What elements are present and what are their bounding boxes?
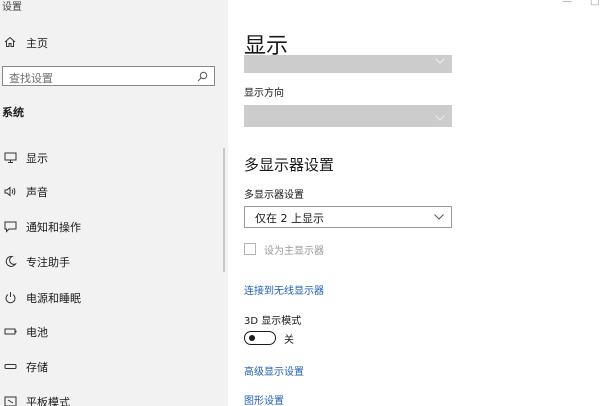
notification-icon [4,221,17,233]
power-icon [5,292,16,304]
wireless-display-link[interactable]: 连接到无线显示器 [244,282,324,297]
monitor-icon [4,152,17,163]
sidebar-item-storage[interactable]: 存储 [0,357,224,377]
sidebar-item-notifications[interactable]: 通知和操作 [0,217,224,237]
search-input[interactable]: 查找设置 [2,66,215,86]
minimize-button[interactable]: — [562,0,572,7]
primary-display-checkbox-label: 设为主显示器 [264,246,324,257]
main-content: — □ 显示 显示方向 多显示器设置 多显示器设置 仅在 2 上显示 设为主显示… [228,0,608,406]
maximize-button[interactable]: □ [590,0,599,7]
multi-display-dropdown[interactable]: 仅在 2 上显示 [244,206,452,228]
sidebar-item-battery[interactable]: 电池 [0,322,224,342]
sidebar: 设置 主页 查找设置 系统 显示 声音 通知和操作 专注助手 电源和睡眠 电池 … [0,0,228,406]
sidebar-item-display[interactable]: 显示 [0,148,224,168]
disabled-dropdown [244,55,452,73]
battery-icon [4,328,17,335]
sidebar-item-label: 主页 [26,37,48,50]
mode-3d-toggle[interactable] [244,331,276,345]
multi-display-heading: 多显示器设置 [244,156,335,174]
sidebar-item-power[interactable]: 电源和睡眠 [0,288,224,308]
sidebar-item-label: 电源和睡眠 [26,292,81,305]
sidebar-scrollbar[interactable] [223,148,225,272]
moon-icon [5,255,17,267]
search-placeholder: 查找设置 [9,72,53,85]
mode-3d-label: 3D 显示模式 [244,316,302,327]
sidebar-item-label: 存储 [26,361,48,374]
sidebar-item-label: 声音 [26,186,48,199]
sidebar-item-label: 平板模式 [26,396,70,406]
mode-3d-state: 关 [284,335,294,346]
sidebar-item-label: 电池 [26,326,48,339]
home-icon [4,36,16,47]
primary-display-checkbox[interactable] [244,243,256,255]
multi-display-value: 仅在 2 上显示 [255,212,324,225]
speaker-icon [4,186,16,197]
sidebar-item-label: 显示 [26,152,48,165]
sidebar-item-focus-assist[interactable]: 专注助手 [0,252,224,272]
storage-icon [4,364,17,369]
window-controls: — □ [548,0,608,10]
sidebar-item-label: 通知和操作 [26,221,81,234]
advanced-display-link[interactable]: 高级显示设置 [244,363,304,378]
sidebar-item-tablet-mode[interactable]: 平板模式 [0,392,224,406]
app-title: 设置 [2,2,22,13]
chevron-down-icon [434,214,444,220]
orientation-dropdown [244,105,452,127]
section-title: 系统 [2,106,24,119]
toggle-knob [249,334,255,341]
search-icon [197,71,208,82]
orientation-label: 显示方向 [244,88,284,99]
graphics-settings-link[interactable]: 图形设置 [244,392,284,406]
sidebar-item-home[interactable]: 主页 [0,34,228,54]
sidebar-item-label: 专注助手 [26,256,70,269]
chevron-down-icon [435,115,445,121]
tablet-icon [4,396,17,406]
chevron-down-icon [435,58,445,64]
multi-display-label: 多显示器设置 [244,190,304,201]
sidebar-item-sound[interactable]: 声音 [0,182,224,202]
